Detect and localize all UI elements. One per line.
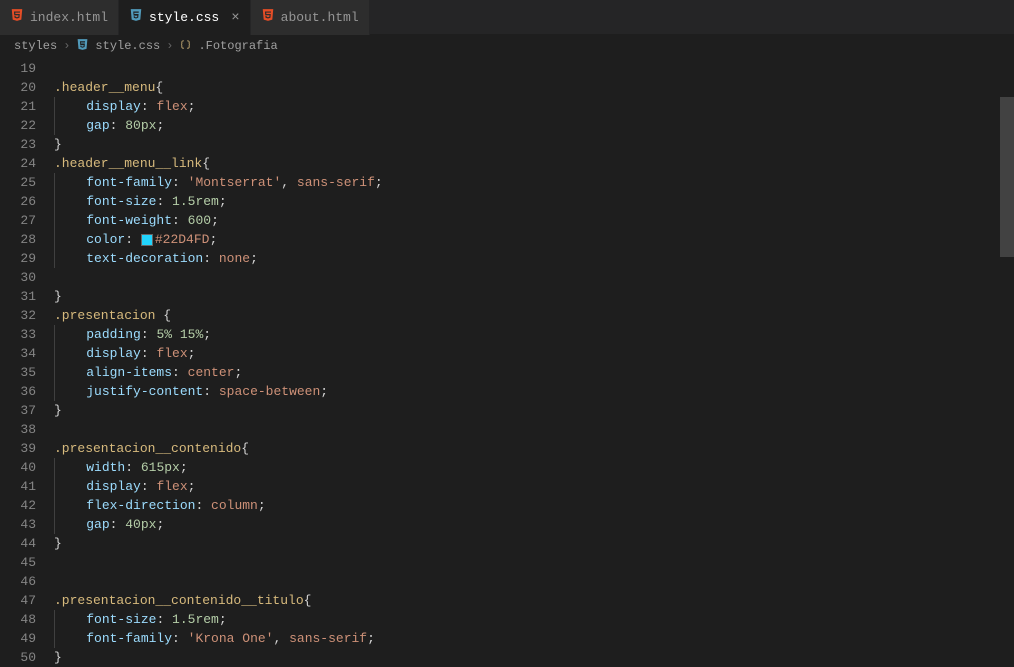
code-line[interactable]: }	[54, 135, 1014, 154]
code-line[interactable]	[54, 59, 1014, 78]
code-line[interactable]: font-weight: 600;	[54, 211, 1014, 230]
line-number: 36	[0, 382, 36, 401]
code-line[interactable]: justify-content: space-between;	[54, 382, 1014, 401]
code-editor[interactable]: 1920212223242526272829303132333435363738…	[0, 57, 1014, 661]
line-number: 25	[0, 173, 36, 192]
line-number: 19	[0, 59, 36, 78]
line-number: 48	[0, 610, 36, 629]
code-line[interactable]: gap: 40px;	[54, 515, 1014, 534]
line-number: 39	[0, 439, 36, 458]
tab-about-html[interactable]: about.html	[251, 0, 370, 35]
line-number: 24	[0, 154, 36, 173]
line-number: 22	[0, 116, 36, 135]
code-line[interactable]: display: flex;	[54, 344, 1014, 363]
line-number: 23	[0, 135, 36, 154]
code-line[interactable]: color: #22D4FD;	[54, 230, 1014, 249]
line-number: 49	[0, 629, 36, 648]
code-line[interactable]	[54, 420, 1014, 439]
code-line[interactable]: font-family: 'Krona One', sans-serif;	[54, 629, 1014, 648]
line-number: 33	[0, 325, 36, 344]
code-line[interactable]: text-decoration: none;	[54, 249, 1014, 268]
code-line[interactable]: padding: 5% 15%;	[54, 325, 1014, 344]
line-number: 27	[0, 211, 36, 230]
breadcrumb-folder[interactable]: styles	[14, 39, 57, 53]
code-line[interactable]: display: flex;	[54, 477, 1014, 496]
close-icon[interactable]: ×	[231, 10, 239, 26]
tab-label: about.html	[281, 10, 359, 25]
css3-icon	[76, 38, 89, 55]
code-line[interactable]: .header__menu{	[54, 78, 1014, 97]
code-line[interactable]: .presentacion__contenido{	[54, 439, 1014, 458]
line-number: 41	[0, 477, 36, 496]
css3-icon	[129, 8, 143, 27]
code-line[interactable]: .presentacion {	[54, 306, 1014, 325]
code-area[interactable]: .header__menu{ display: flex; gap: 80px;…	[54, 57, 1014, 661]
color-swatch[interactable]	[141, 234, 153, 246]
line-number: 35	[0, 363, 36, 382]
line-number: 45	[0, 553, 36, 572]
line-number: 31	[0, 287, 36, 306]
code-line[interactable]: align-items: center;	[54, 363, 1014, 382]
line-number: 40	[0, 458, 36, 477]
line-number: 50	[0, 648, 36, 667]
line-number: 43	[0, 515, 36, 534]
code-line[interactable]: }	[54, 648, 1014, 667]
code-line[interactable]: display: flex;	[54, 97, 1014, 116]
line-gutter: 1920212223242526272829303132333435363738…	[0, 57, 54, 661]
tab-style-css[interactable]: style.css ×	[119, 0, 251, 35]
code-line[interactable]: gap: 80px;	[54, 116, 1014, 135]
code-line[interactable]	[54, 268, 1014, 287]
code-line[interactable]: }	[54, 287, 1014, 306]
code-line[interactable]: width: 615px;	[54, 458, 1014, 477]
tab-label: index.html	[30, 10, 108, 25]
code-line[interactable]: font-family: 'Montserrat', sans-serif;	[54, 173, 1014, 192]
line-number: 47	[0, 591, 36, 610]
line-number: 44	[0, 534, 36, 553]
line-number: 32	[0, 306, 36, 325]
code-line[interactable]: .header__menu__link{	[54, 154, 1014, 173]
code-line[interactable]: font-size: 1.5rem;	[54, 610, 1014, 629]
line-number: 42	[0, 496, 36, 515]
line-number: 30	[0, 268, 36, 287]
vertical-scrollbar[interactable]	[1000, 57, 1014, 661]
breadcrumb-file[interactable]: style.css	[95, 39, 160, 53]
tab-bar: index.html style.css × about.html	[0, 0, 1014, 35]
chevron-right-icon: ›	[63, 39, 70, 53]
code-line[interactable]: }	[54, 401, 1014, 420]
breadcrumb-symbol[interactable]: .Fotografia	[198, 39, 277, 53]
line-number: 20	[0, 78, 36, 97]
line-number: 46	[0, 572, 36, 591]
html5-icon	[10, 8, 24, 27]
line-number: 21	[0, 97, 36, 116]
line-number: 34	[0, 344, 36, 363]
line-number: 28	[0, 230, 36, 249]
symbol-icon	[179, 38, 192, 55]
scrollbar-thumb[interactable]	[1000, 97, 1014, 257]
code-line[interactable]: font-size: 1.5rem;	[54, 192, 1014, 211]
line-number: 29	[0, 249, 36, 268]
tab-label: style.css	[149, 10, 219, 25]
code-line[interactable]: .presentacion__contenido__titulo{	[54, 591, 1014, 610]
chevron-right-icon: ›	[166, 39, 173, 53]
line-number: 26	[0, 192, 36, 211]
line-number: 37	[0, 401, 36, 420]
line-number: 38	[0, 420, 36, 439]
code-line[interactable]	[54, 553, 1014, 572]
breadcrumb[interactable]: styles › style.css › .Fotografia	[0, 35, 1014, 57]
html5-icon	[261, 8, 275, 27]
tab-index-html[interactable]: index.html	[0, 0, 119, 35]
code-line[interactable]: }	[54, 534, 1014, 553]
code-line[interactable]	[54, 572, 1014, 591]
code-line[interactable]: flex-direction: column;	[54, 496, 1014, 515]
